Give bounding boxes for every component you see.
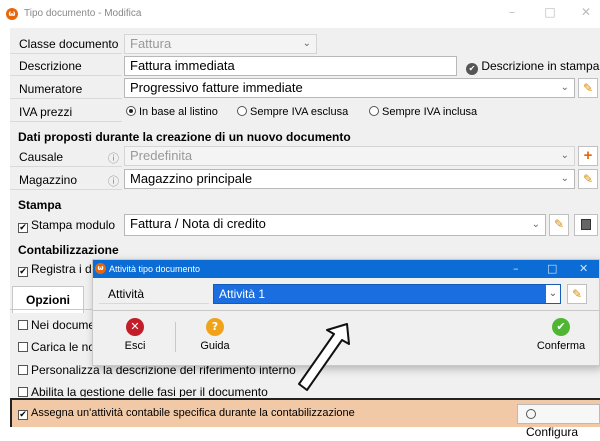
checkbox-icon <box>18 320 28 330</box>
add-causale-button[interactable]: + <box>578 146 598 166</box>
dialog-titlebar: ω Attività tipo documento – □ ✕ <box>93 260 599 278</box>
option-label: Abilita la gestione delle fasi per il do… <box>31 385 268 397</box>
radio-icon <box>237 106 247 116</box>
attivita-select[interactable]: Attività 1 ⌄ <box>213 284 561 304</box>
close-circle-icon: ✕ <box>126 318 144 336</box>
stampa-modulo-checkbox[interactable]: ✔ Stampa modulo <box>18 218 115 233</box>
edit-stampa-button[interactable]: ✎ <box>549 214 569 236</box>
iva-option-listino[interactable]: In base al listino <box>126 106 218 118</box>
close-icon[interactable]: ✕ <box>579 260 588 278</box>
causale-select[interactable]: Predefinita ⌄ <box>124 146 575 166</box>
attivita-label: Attività <box>99 284 209 304</box>
app-logo-icon: ω <box>95 263 106 274</box>
descrizione-input[interactable]: Fattura immediata <box>124 56 457 76</box>
iva-option-label: Sempre IVA esclusa <box>250 106 349 118</box>
conferma-button[interactable]: ✔ Conferma <box>531 318 591 352</box>
causale-label: Causale <box>10 147 122 167</box>
checkbox-checked-icon: ✔ <box>18 223 28 233</box>
chevron-down-icon: ⌄ <box>531 219 540 230</box>
dati-section-title: Dati proposti durante la creazione di un… <box>18 130 351 144</box>
check-circle-icon: ✔ <box>552 318 570 336</box>
iva-option-inclusa[interactable]: Sempre IVA inclusa <box>369 106 477 118</box>
minimize-icon[interactable]: – <box>502 5 522 19</box>
assegna-checkbox[interactable]: ✔ Assegna un'attività contabile specifica… <box>18 407 355 420</box>
window-titlebar: ω Tipo documento - Modifica – □ ✕ <box>0 0 600 28</box>
help-icon: ? <box>206 318 224 336</box>
check-circle-icon: ✔ <box>466 63 478 75</box>
classe-value: Fattura <box>130 36 172 51</box>
preview-stampa-button[interactable] <box>574 214 598 236</box>
descrizione-label: Descrizione <box>10 56 122 76</box>
magazzino-select[interactable]: Magazzino principale ⌄ <box>124 169 575 189</box>
checkbox-icon <box>18 342 28 352</box>
magazzino-label: Magazzino <box>10 170 122 190</box>
stampa-section-title: Stampa <box>18 198 62 212</box>
configura-label: Configura <box>526 425 579 439</box>
option-fasi[interactable]: Abilita la gestione delle fasi per il do… <box>18 385 268 397</box>
option-nei-documenti[interactable]: Nei documen <box>18 318 102 332</box>
causale-value: Predefinita <box>130 148 193 163</box>
radio-icon <box>369 106 379 116</box>
dialog-title: Attività tipo documento <box>109 264 201 274</box>
chevron-down-icon: ⌄ <box>560 82 569 93</box>
classe-select[interactable]: Fattura ⌄ <box>124 34 317 54</box>
checkbox-checked-icon: ✔ <box>18 410 28 420</box>
stampa-modulo-select[interactable]: Fattura / Nota di credito ⌄ <box>124 214 546 236</box>
maximize-icon[interactable]: □ <box>547 260 557 278</box>
edit-numeratore-button[interactable]: ✎ <box>578 78 598 98</box>
descrizione-stampa-label: Descrizione in stampa <box>481 59 600 73</box>
window-title: Tipo documento - Modifica <box>24 8 142 19</box>
guida-button[interactable]: ? Guida <box>195 318 235 352</box>
copy-icon <box>581 219 591 230</box>
chevron-down-icon: ⌄ <box>302 38 311 49</box>
guida-label: Guida <box>200 340 230 352</box>
conferma-label: Conferma <box>536 340 586 352</box>
classe-label: Classe documento <box>10 34 122 54</box>
app-logo-icon: ω <box>6 8 18 20</box>
info-icon[interactable]: ⓘ <box>108 150 119 166</box>
edit-magazzino-button[interactable]: ✎ <box>578 169 598 189</box>
button-separator <box>175 322 176 352</box>
numeratore-value: Progressivo fatture immediate <box>130 80 303 95</box>
assegna-label: Assegna un'attività contabile specifica … <box>31 407 355 419</box>
circle-icon <box>526 409 536 419</box>
esci-label: Esci <box>124 340 146 352</box>
iva-option-esclusa[interactable]: Sempre IVA esclusa <box>237 106 348 118</box>
magazzino-value: Magazzino principale <box>130 171 253 186</box>
checkbox-icon <box>18 387 28 397</box>
numeratore-select[interactable]: Progressivo fatture immediate ⌄ <box>124 78 575 98</box>
edit-attivita-button[interactable]: ✎ <box>567 284 587 304</box>
esci-button[interactable]: ✕ Esci <box>115 318 155 352</box>
maximize-icon[interactable]: □ <box>540 5 560 19</box>
dialog-divider <box>93 310 599 311</box>
minimize-icon[interactable]: – <box>513 260 519 278</box>
chevron-down-icon: ⌄ <box>546 285 560 303</box>
iva-label: IVA prezzi <box>10 102 122 122</box>
iva-option-label: Sempre IVA inclusa <box>382 106 478 118</box>
info-icon[interactable]: ⓘ <box>108 173 119 189</box>
close-icon[interactable]: ✕ <box>576 5 596 19</box>
contab-section-title: Contabilizzazione <box>18 243 119 257</box>
configura-button[interactable]: Configura <box>517 404 600 439</box>
chevron-down-icon: ⌄ <box>560 173 569 184</box>
descrizione-stampa-toggle[interactable]: ✔ Descrizione in stampa <box>466 58 600 75</box>
chevron-down-icon: ⌄ <box>560 150 569 161</box>
annotation-arrow-icon <box>298 323 350 391</box>
radio-selected-icon <box>126 106 136 116</box>
checkbox-checked-icon: ✔ <box>18 267 28 277</box>
checkbox-icon <box>18 365 28 375</box>
attivita-value: Attività 1 <box>219 287 266 301</box>
stampa-modulo-value: Fattura / Nota di credito <box>130 216 266 231</box>
numeratore-label: Numeratore <box>10 79 122 99</box>
stampa-modulo-label: Stampa modulo <box>31 218 116 232</box>
iva-option-label: In base al listino <box>139 106 218 118</box>
